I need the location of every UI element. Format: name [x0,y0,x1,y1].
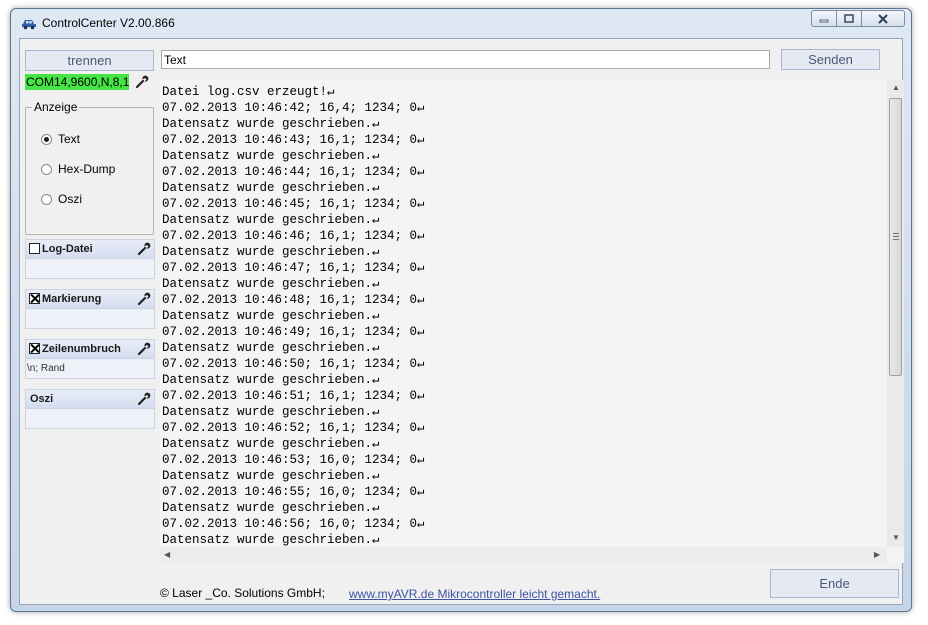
scroll-up-arrow-icon[interactable]: ▲ [892,83,900,92]
minimize-icon [819,19,829,22]
oszi-header: Oszi [26,390,154,409]
oszi-title: Oszi [30,393,54,405]
end-button[interactable]: Ende [770,569,899,598]
window-title: ControlCenter V2.00.866 [42,16,175,30]
line-wrap-panel: Zeilenumbruch \n; Rand [25,339,155,379]
radio-text[interactable]: Text [41,132,80,146]
copyright-text: © Laser _Co. Solutions GmbH; [160,586,325,600]
marking-header: Markierung [26,290,154,309]
output-terminal[interactable]: Datei log.csv erzeugt!↵ 07.02.2013 10:46… [160,80,904,563]
radio-oszi[interactable]: Oszi [41,192,82,206]
radio-indicator[interactable] [41,133,52,145]
send-text-input[interactable] [161,50,770,69]
scroll-right-arrow-icon[interactable]: ▶ [874,550,880,559]
website-link[interactable]: www.myAVR.de Mikrocontroller leicht gema… [349,587,600,601]
port-settings-label: COM14,9600,N,8,1 [25,74,129,90]
scroll-left-arrow-icon[interactable]: ◀ [164,550,170,559]
marking-panel: Markierung [25,289,155,329]
oszi-wrench-icon[interactable] [137,392,151,406]
radio-indicator[interactable] [41,163,52,175]
grip-line [893,236,899,237]
maximize-button[interactable] [837,10,862,27]
grip-line [893,239,899,240]
radio-hex-dump[interactable]: Hex-Dump [41,162,115,176]
line-wrap-setting: \n; Rand [27,363,65,374]
log-file-panel: Log-Datei [25,239,155,279]
marking-title: Markierung [42,293,102,305]
radio-indicator[interactable] [41,193,52,205]
oszi-panel: Oszi [25,389,155,429]
port-settings-wrench-icon[interactable] [135,75,149,89]
close-button[interactable] [862,10,905,27]
window-controls [811,10,905,27]
vertical-scroll-thumb[interactable] [889,98,902,376]
line-wrap-title: Zeilenumbruch [42,343,121,355]
log-file-header: Log-Datei [26,240,154,259]
line-wrap-header: Zeilenumbruch [26,340,154,359]
title-bar[interactable]: ControlCenter V2.00.866 [11,9,911,37]
horizontal-scrollbar[interactable]: ◀ ▶ [160,547,887,563]
maximize-icon [844,14,854,23]
radio-label: Oszi [58,192,82,206]
send-button[interactable]: Senden [781,49,880,70]
app-window: ControlCenter V2.00.866 trennen COM14,96… [10,8,912,612]
close-icon [878,13,888,24]
line-wrap-checkbox[interactable] [29,343,40,354]
disconnect-button[interactable]: trennen [25,50,154,71]
client-area: trennen COM14,9600,N,8,1 Anzeige Text He… [19,38,904,605]
minimize-button[interactable] [811,10,837,27]
log-file-checkbox[interactable] [29,243,40,254]
app-car-icon [22,20,36,30]
grip-line [893,233,899,234]
display-mode-group: Anzeige Text Hex-Dump Oszi [25,100,154,235]
log-file-wrench-icon[interactable] [137,242,151,256]
log-file-title: Log-Datei [42,243,93,255]
marking-checkbox[interactable] [29,293,40,304]
vertical-scrollbar[interactable]: ▲ ▼ [887,80,904,547]
scroll-down-arrow-icon[interactable]: ▼ [892,533,900,542]
line-wrap-wrench-icon[interactable] [137,342,151,356]
radio-label: Hex-Dump [58,162,116,176]
radio-label: Text [58,132,81,146]
output-text: Datei log.csv erzeugt!↵ 07.02.2013 10:46… [162,85,425,547]
display-group-legend: Anzeige [32,100,80,114]
marking-wrench-icon[interactable] [137,292,151,306]
